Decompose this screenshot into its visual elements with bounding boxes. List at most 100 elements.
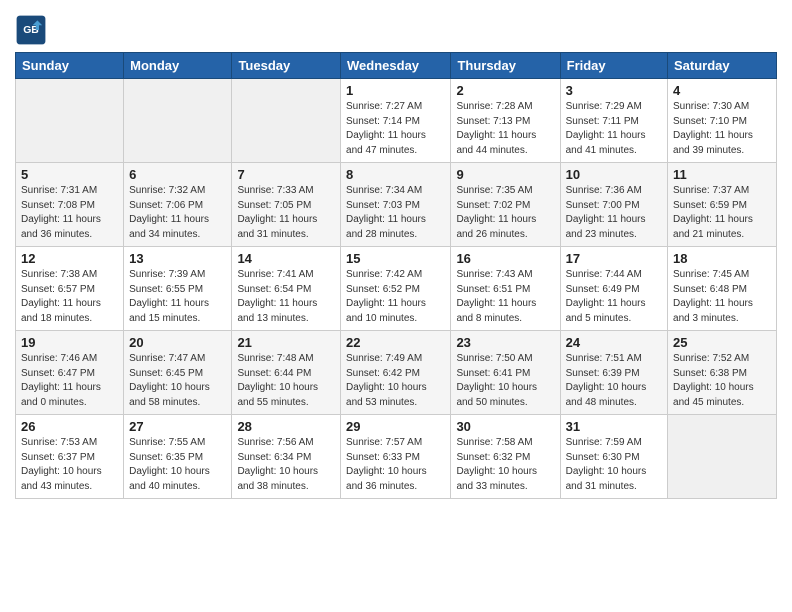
calendar-cell: 20 Sunrise: 7:47 AM Sunset: 6:45 PM Dayli… <box>124 331 232 415</box>
day-info: Sunrise: 7:39 AM Sunset: 6:55 PM Dayligh… <box>129 268 226 326</box>
day-info: Sunrise: 7:27 AM Sunset: 7:14 PM Dayligh… <box>346 100 445 158</box>
day-number: 24 <box>566 335 662 350</box>
calendar-header-row: SundayMondayTuesdayWednesdayThursdayFrid… <box>16 53 777 79</box>
calendar-cell: 26 Sunrise: 7:53 AM Sunset: 6:37 PM Dayli… <box>16 415 124 499</box>
calendar-cell: 19 Sunrise: 7:46 AM Sunset: 6:47 PM Dayli… <box>16 331 124 415</box>
calendar-day-header: Tuesday <box>232 53 341 79</box>
calendar-cell <box>124 79 232 163</box>
day-number: 4 <box>673 83 771 98</box>
day-info: Sunrise: 7:37 AM Sunset: 6:59 PM Dayligh… <box>673 184 771 242</box>
calendar-day-header: Sunday <box>16 53 124 79</box>
day-info: Sunrise: 7:50 AM Sunset: 6:41 PM Dayligh… <box>456 352 554 410</box>
day-number: 27 <box>129 419 226 434</box>
calendar-cell: 16Sunrise: 7:43 AM Sunset: 6:51 PM Dayli… <box>451 247 560 331</box>
day-info: Sunrise: 7:49 AM Sunset: 6:42 PM Dayligh… <box>346 352 445 410</box>
day-info: Sunrise: 7:32 AM Sunset: 7:06 PM Dayligh… <box>129 184 226 242</box>
day-number: 1 <box>346 83 445 98</box>
calendar-cell: 29 Sunrise: 7:57 AM Sunset: 6:33 PM Dayli… <box>341 415 451 499</box>
day-info: Sunrise: 7:59 AM Sunset: 6:30 PM Dayligh… <box>566 436 662 494</box>
day-info: Sunrise: 7:51 AM Sunset: 6:39 PM Dayligh… <box>566 352 662 410</box>
day-info: Sunrise: 7:41 AM Sunset: 6:54 PM Dayligh… <box>237 268 335 326</box>
day-number: 29 <box>346 419 445 434</box>
calendar-cell: 22 Sunrise: 7:49 AM Sunset: 6:42 PM Dayli… <box>341 331 451 415</box>
day-info: Sunrise: 7:47 AM Sunset: 6:45 PM Dayligh… <box>129 352 226 410</box>
day-info: Sunrise: 7:43 AM Sunset: 6:51 PM Dayligh… <box>456 268 554 326</box>
day-info: Sunrise: 7:38 AM Sunset: 6:57 PM Dayligh… <box>21 268 118 326</box>
day-number: 21 <box>237 335 335 350</box>
calendar-cell: 23 Sunrise: 7:50 AM Sunset: 6:41 PM Dayli… <box>451 331 560 415</box>
calendar-cell: 30 Sunrise: 7:58 AM Sunset: 6:32 PM Dayli… <box>451 415 560 499</box>
calendar-day-header: Saturday <box>668 53 777 79</box>
calendar: SundayMondayTuesdayWednesdayThursdayFrid… <box>15 52 777 499</box>
day-number: 6 <box>129 167 226 182</box>
calendar-cell: 24 Sunrise: 7:51 AM Sunset: 6:39 PM Dayli… <box>560 331 667 415</box>
calendar-cell <box>16 79 124 163</box>
day-number: 26 <box>21 419 118 434</box>
day-number: 13 <box>129 251 226 266</box>
calendar-cell: 17Sunrise: 7:44 AM Sunset: 6:49 PM Dayli… <box>560 247 667 331</box>
day-number: 5 <box>21 167 118 182</box>
calendar-cell: 2 Sunrise: 7:28 AM Sunset: 7:13 PM Daylig… <box>451 79 560 163</box>
day-number: 9 <box>456 167 554 182</box>
day-info: Sunrise: 7:42 AM Sunset: 6:52 PM Dayligh… <box>346 268 445 326</box>
day-info: Sunrise: 7:56 AM Sunset: 6:34 PM Dayligh… <box>237 436 335 494</box>
day-info: Sunrise: 7:53 AM Sunset: 6:37 PM Dayligh… <box>21 436 118 494</box>
calendar-cell: 18Sunrise: 7:45 AM Sunset: 6:48 PM Dayli… <box>668 247 777 331</box>
calendar-week-row: 5 Sunrise: 7:31 AM Sunset: 7:08 PM Daylig… <box>16 163 777 247</box>
day-number: 3 <box>566 83 662 98</box>
calendar-cell: 8 Sunrise: 7:34 AM Sunset: 7:03 PM Daylig… <box>341 163 451 247</box>
calendar-cell: 27 Sunrise: 7:55 AM Sunset: 6:35 PM Dayli… <box>124 415 232 499</box>
calendar-cell: 7Sunrise: 7:33 AM Sunset: 7:05 PM Daylig… <box>232 163 341 247</box>
day-number: 10 <box>566 167 662 182</box>
calendar-cell <box>668 415 777 499</box>
calendar-day-header: Monday <box>124 53 232 79</box>
calendar-week-row: 19 Sunrise: 7:46 AM Sunset: 6:47 PM Dayli… <box>16 331 777 415</box>
calendar-cell: 6 Sunrise: 7:32 AM Sunset: 7:06 PM Daylig… <box>124 163 232 247</box>
day-number: 15 <box>346 251 445 266</box>
day-info: Sunrise: 7:55 AM Sunset: 6:35 PM Dayligh… <box>129 436 226 494</box>
day-info: Sunrise: 7:33 AM Sunset: 7:05 PM Dayligh… <box>237 184 335 242</box>
day-info: Sunrise: 7:48 AM Sunset: 6:44 PM Dayligh… <box>237 352 335 410</box>
day-info: Sunrise: 7:28 AM Sunset: 7:13 PM Dayligh… <box>456 100 554 158</box>
calendar-cell <box>232 79 341 163</box>
day-number: 8 <box>346 167 445 182</box>
page-header: GB <box>15 10 777 46</box>
calendar-cell: 15 Sunrise: 7:42 AM Sunset: 6:52 PM Dayli… <box>341 247 451 331</box>
calendar-week-row: 1 Sunrise: 7:27 AM Sunset: 7:14 PM Daylig… <box>16 79 777 163</box>
calendar-cell: 9Sunrise: 7:35 AM Sunset: 7:02 PM Daylig… <box>451 163 560 247</box>
calendar-cell: 12 Sunrise: 7:38 AM Sunset: 6:57 PM Dayli… <box>16 247 124 331</box>
day-info: Sunrise: 7:30 AM Sunset: 7:10 PM Dayligh… <box>673 100 771 158</box>
day-info: Sunrise: 7:31 AM Sunset: 7:08 PM Dayligh… <box>21 184 118 242</box>
day-number: 20 <box>129 335 226 350</box>
day-info: Sunrise: 7:44 AM Sunset: 6:49 PM Dayligh… <box>566 268 662 326</box>
calendar-cell: 21 Sunrise: 7:48 AM Sunset: 6:44 PM Dayli… <box>232 331 341 415</box>
day-number: 11 <box>673 167 771 182</box>
day-number: 14 <box>237 251 335 266</box>
day-info: Sunrise: 7:58 AM Sunset: 6:32 PM Dayligh… <box>456 436 554 494</box>
calendar-cell: 5 Sunrise: 7:31 AM Sunset: 7:08 PM Daylig… <box>16 163 124 247</box>
day-number: 22 <box>346 335 445 350</box>
day-info: Sunrise: 7:46 AM Sunset: 6:47 PM Dayligh… <box>21 352 118 410</box>
day-number: 12 <box>21 251 118 266</box>
calendar-cell: 1 Sunrise: 7:27 AM Sunset: 7:14 PM Daylig… <box>341 79 451 163</box>
calendar-day-header: Wednesday <box>341 53 451 79</box>
day-info: Sunrise: 7:57 AM Sunset: 6:33 PM Dayligh… <box>346 436 445 494</box>
day-number: 30 <box>456 419 554 434</box>
day-info: Sunrise: 7:45 AM Sunset: 6:48 PM Dayligh… <box>673 268 771 326</box>
calendar-day-header: Thursday <box>451 53 560 79</box>
day-number: 2 <box>456 83 554 98</box>
day-number: 23 <box>456 335 554 350</box>
calendar-cell: 14 Sunrise: 7:41 AM Sunset: 6:54 PM Dayli… <box>232 247 341 331</box>
calendar-cell: 25Sunrise: 7:52 AM Sunset: 6:38 PM Dayli… <box>668 331 777 415</box>
day-info: Sunrise: 7:36 AM Sunset: 7:00 PM Dayligh… <box>566 184 662 242</box>
day-info: Sunrise: 7:34 AM Sunset: 7:03 PM Dayligh… <box>346 184 445 242</box>
calendar-cell: 11 Sunrise: 7:37 AM Sunset: 6:59 PM Dayli… <box>668 163 777 247</box>
day-number: 19 <box>21 335 118 350</box>
logo: GB <box>15 14 51 46</box>
calendar-week-row: 12 Sunrise: 7:38 AM Sunset: 6:57 PM Dayli… <box>16 247 777 331</box>
calendar-cell: 4 Sunrise: 7:30 AM Sunset: 7:10 PM Daylig… <box>668 79 777 163</box>
day-number: 28 <box>237 419 335 434</box>
calendar-cell: 31Sunrise: 7:59 AM Sunset: 6:30 PM Dayli… <box>560 415 667 499</box>
calendar-day-header: Friday <box>560 53 667 79</box>
day-info: Sunrise: 7:52 AM Sunset: 6:38 PM Dayligh… <box>673 352 771 410</box>
